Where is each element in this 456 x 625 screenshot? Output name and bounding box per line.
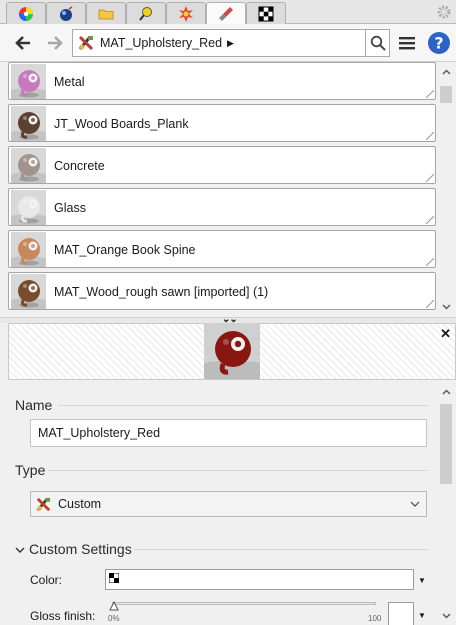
gloss-swatch[interactable]: [388, 602, 414, 625]
scroll-up-icon[interactable]: [442, 388, 451, 397]
menu-icon: [399, 37, 415, 50]
gloss-slider-knob[interactable]: [109, 601, 119, 611]
color-picker-field[interactable]: [105, 569, 414, 590]
material-thumbnail: [11, 148, 46, 183]
type-section-label: Type: [15, 462, 46, 478]
list-scrollbar-thumb[interactable]: [440, 86, 452, 103]
custom-settings-label: Custom Settings: [29, 541, 132, 557]
gloss-max-label: 100: [368, 614, 382, 623]
close-icon[interactable]: ✕: [440, 326, 451, 342]
material-item-label: MAT_Orange Book Spine: [54, 243, 196, 257]
material-item-label: Metal: [54, 75, 85, 89]
tab-styles[interactable]: [126, 2, 166, 24]
name-section-label: Name: [15, 397, 53, 413]
collapse-chevron-icon[interactable]: [15, 545, 25, 555]
custom-material-icon: [36, 497, 51, 511]
divider: [48, 470, 428, 471]
color-dropdown-icon[interactable]: ▼: [418, 576, 426, 585]
checker-icon: [109, 573, 119, 583]
type-dropdown[interactable]: Custom: [30, 491, 427, 517]
toolbar: MAT_Upholstery_Red ▶ ?: [0, 24, 456, 62]
scroll-up-icon[interactable]: [442, 68, 451, 77]
resize-corner-icon: [426, 258, 434, 266]
gloss-slider-track[interactable]: [112, 602, 376, 605]
breadcrumb[interactable]: MAT_Upholstery_Red ▶: [72, 29, 366, 57]
material-item[interactable]: Concrete: [8, 146, 436, 184]
divider: [58, 405, 428, 406]
tab-texture[interactable]: [246, 2, 286, 24]
gloss-min-label: 0%: [108, 614, 120, 623]
resize-corner-icon: [426, 300, 434, 308]
custom-material-icon: [78, 35, 94, 51]
search-button[interactable]: [366, 29, 390, 57]
paint-icon: [219, 7, 233, 21]
tab-strip: [0, 0, 456, 25]
material-list: Metal JT_Wood Boards_Plank Concrete Glass MA…: [8, 62, 436, 317]
menu-button[interactable]: [396, 32, 418, 54]
tab-materials[interactable]: [46, 2, 86, 24]
forward-button[interactable]: [44, 32, 66, 54]
material-thumbnail: [11, 190, 46, 225]
gloss-dropdown-icon[interactable]: ▼: [418, 611, 426, 620]
material-thumbnail: [11, 106, 46, 141]
material-item[interactable]: Metal: [8, 62, 436, 100]
divider: [134, 549, 428, 550]
preview-swatch: [204, 323, 260, 379]
checker-icon: [258, 6, 274, 21]
tab-colors[interactable]: [6, 2, 46, 24]
back-button[interactable]: [12, 32, 34, 54]
tab-components[interactable]: [86, 2, 126, 24]
material-thumbnail: [11, 64, 46, 99]
material-item[interactable]: MAT_Wood_rough sawn [imported] (1): [8, 272, 436, 310]
tab-paint[interactable]: [206, 2, 246, 25]
tab-fog[interactable]: [166, 2, 206, 24]
color-label: Color:: [30, 573, 63, 587]
name-field[interactable]: MAT_Upholstery_Red: [30, 419, 427, 447]
color-wheel-icon: [19, 6, 33, 21]
double-chevron-down-icon[interactable]: ⌄⌄: [222, 314, 238, 325]
chevron-down-icon: [410, 501, 420, 507]
material-item-label: Concrete: [54, 159, 105, 173]
breadcrumb-label: MAT_Upholstery_Red: [100, 36, 223, 50]
material-item-label: JT_Wood Boards_Plank: [54, 117, 189, 131]
gloss-label: Gloss finish:: [30, 609, 96, 623]
scroll-down-icon[interactable]: [442, 302, 451, 311]
type-value: Custom: [58, 497, 102, 511]
materials-sphere-icon: [60, 5, 73, 21]
properties-scrollbar-thumb[interactable]: [440, 404, 452, 484]
gear-icon[interactable]: [436, 4, 452, 20]
material-preview: ✕: [8, 323, 456, 380]
resize-corner-icon: [426, 132, 434, 140]
list-scrollbar[interactable]: [437, 62, 456, 317]
arrow-right-icon: [48, 36, 63, 50]
material-thumbnail: [11, 274, 46, 309]
material-thumbnail: [11, 232, 46, 267]
materials-panel: MAT_Upholstery_Red ▶ ? Metal JT_Wood Boar…: [0, 0, 456, 625]
resize-corner-icon: [426, 216, 434, 224]
properties-scrollbar[interactable]: [437, 382, 456, 625]
resize-corner-icon: [426, 90, 434, 98]
breadcrumb-chevron-icon[interactable]: ▶: [227, 38, 234, 49]
search-icon: [370, 35, 386, 51]
scroll-down-icon[interactable]: [442, 611, 451, 620]
folder-icon: [98, 9, 114, 19]
help-icon[interactable]: ?: [427, 31, 451, 55]
material-item-label: Glass: [54, 201, 86, 215]
material-item[interactable]: MAT_Orange Book Spine: [8, 230, 436, 268]
arrow-left-icon: [15, 36, 30, 50]
styles-icon: [139, 6, 152, 21]
explosion-icon: [179, 5, 193, 22]
material-item[interactable]: JT_Wood Boards_Plank: [8, 104, 436, 142]
material-item-label: MAT_Wood_rough sawn [imported] (1): [54, 285, 269, 299]
svg-text:?: ?: [434, 34, 443, 53]
resize-corner-icon: [426, 174, 434, 182]
properties-pane: Name MAT_Upholstery_Red Type Custom Cust…: [0, 382, 437, 625]
material-item[interactable]: Glass: [8, 188, 436, 226]
